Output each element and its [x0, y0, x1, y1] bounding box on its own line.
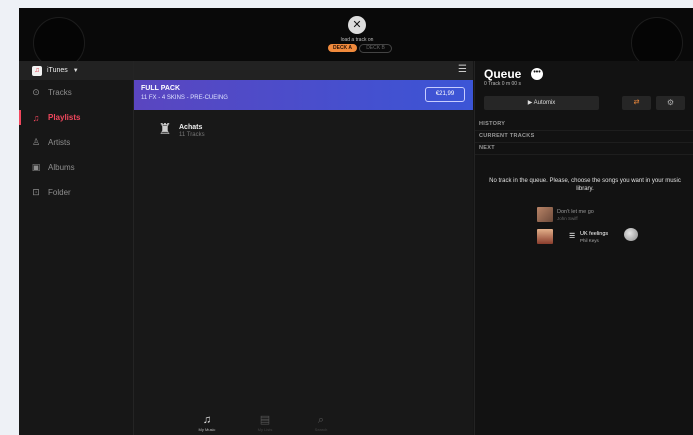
queue-panel: Queue ••• 0 Track 0 m 00 s ▶ Automix ⇄ ⚙… [474, 61, 693, 435]
shuffle-icon[interactable]: ⇄ [622, 96, 651, 110]
sort-icon[interactable]: ☰ [458, 64, 467, 75]
promo-title: FULL PACK [141, 85, 181, 92]
app-window: ✕ load a track on DECK A DECK B ♫ iTunes… [19, 8, 693, 435]
search-icon: ⌕ [317, 414, 325, 426]
settings-icon[interactable]: ⚙ [656, 96, 685, 110]
bottom-nav: ♫ My Music ▤ My Lists ⌕ Search [134, 412, 473, 435]
deck-bar: ✕ load a track on DECK A DECK B [19, 8, 693, 69]
load-track-label: load a track on [340, 37, 374, 43]
source-label: iTunes [47, 67, 68, 74]
sidebar-item-label: Folder [48, 188, 71, 197]
playlists-icon: ♫ [32, 112, 40, 123]
sidebar-item-albums[interactable]: ▣ Albums [19, 155, 133, 180]
queue-summary: 0 Track 0 m 00 s [484, 81, 521, 87]
playlist-icon: ♜ [158, 121, 172, 138]
suggestion-title: UK feelings [580, 231, 609, 237]
sidebar-item-label: Albums [48, 163, 75, 172]
empty-queue-message: No track in the queue. Please, choose th… [489, 178, 681, 192]
suggestion-artist: John Swiff [557, 216, 578, 221]
chevron-down-icon: ▼ [72, 67, 79, 74]
library-sidebar: ♫ iTunes ▼ ⊙ Tracks ♫ Playlists ♙ Artist… [19, 61, 134, 435]
suggestion-artist: Phil Keys [580, 238, 599, 243]
albums-icon: ▣ [31, 162, 41, 172]
tab-label: My Lists [257, 427, 273, 432]
tab-label: My Music [198, 427, 216, 432]
automix-button[interactable]: ▶ Automix [484, 96, 599, 110]
itunes-icon: ♫ [32, 65, 42, 76]
panel-toolbar: ☰ [134, 61, 473, 80]
album-art [537, 229, 553, 244]
suggestion-title: Don't let me go [557, 209, 594, 215]
more-icon[interactable]: ••• [531, 68, 543, 80]
source-selector[interactable]: ♫ iTunes ▼ [19, 61, 133, 80]
tab-label: Search [314, 427, 328, 432]
promo-banner[interactable]: FULL PACK 11 FX - 4 SKINS - PRE-CUEING €… [134, 80, 473, 110]
artists-icon: ♙ [31, 137, 41, 147]
music-note-icon: ♫ [202, 414, 212, 426]
close-icon[interactable]: ✕ [348, 16, 366, 34]
sidebar-item-label: Artists [48, 138, 71, 147]
promo-subtitle: 11 FX - 4 SKINS - PRE-CUEING [141, 95, 228, 101]
playlist-name: Achats [179, 124, 203, 131]
playlist-track-count: 11 Tracks [179, 132, 205, 138]
tab-my-lists[interactable]: ▤ My Lists [240, 414, 290, 432]
section-next[interactable]: NEXT [475, 142, 693, 155]
deck-b-button[interactable]: DECK B [359, 44, 392, 53]
deck-a-button[interactable]: DECK A [328, 44, 357, 52]
sidebar-item-label: Playlists [48, 113, 81, 122]
tracks-icon: ⊙ [32, 87, 40, 97]
sidebar-item-playlists[interactable]: ♫ Playlists [19, 105, 133, 130]
playlist-panel: ☰ FULL PACK 11 FX - 4 SKINS - PRE-CUEING… [134, 61, 473, 435]
folder-icon: ⊡ [32, 187, 40, 197]
sidebar-item-label: Tracks [48, 88, 72, 97]
sidebar-item-folder[interactable]: ⊡ Folder [19, 180, 133, 205]
buy-price-button[interactable]: €21,99 [425, 87, 465, 102]
drag-cursor[interactable] [624, 228, 638, 241]
sidebar-item-artists[interactable]: ♙ Artists [19, 130, 133, 155]
drag-handle-icon[interactable]: ☰ [569, 232, 575, 240]
queue-title: Queue [484, 67, 522, 81]
tab-my-music[interactable]: ♫ My Music [182, 414, 232, 432]
list-icon: ▤ [259, 414, 271, 426]
tab-search[interactable]: ⌕ Search [296, 414, 346, 432]
sidebar-item-tracks[interactable]: ⊙ Tracks [19, 80, 133, 105]
playlist-row[interactable]: ♜ Achats 11 Tracks [134, 118, 473, 144]
album-art [537, 207, 553, 222]
